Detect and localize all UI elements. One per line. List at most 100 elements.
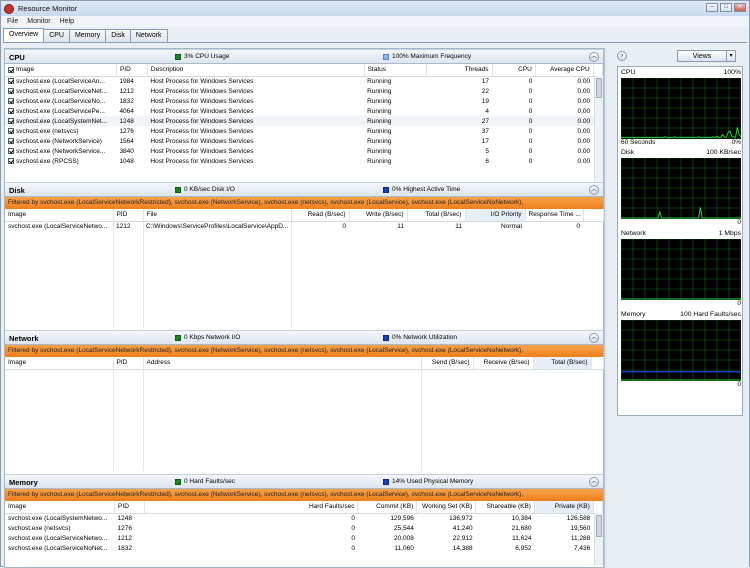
cpu-usage-stat: 3% CPU Usage — [175, 53, 230, 60]
cpu-process-table: Image PID Description Status Threads CPU… — [5, 64, 603, 166]
collapse-icon[interactable]: ︿ — [589, 333, 599, 343]
tab-network[interactable]: Network — [129, 29, 168, 42]
row-checkbox[interactable] — [8, 127, 14, 134]
table-row[interactable]: svchost.exe (LocalServiceNetwo... 1212 0 20… — [5, 533, 603, 543]
row-checkbox[interactable] — [8, 107, 14, 114]
row-checkbox[interactable] — [8, 147, 14, 154]
column-header-pid[interactable]: PID — [113, 357, 144, 370]
column-header-receive[interactable]: Receive (B/sec) — [473, 357, 534, 370]
close-button[interactable]: ✕ — [734, 3, 746, 12]
column-header-total[interactable]: Total (B/sec) — [407, 209, 466, 222]
disk-active-indicator — [383, 186, 389, 193]
table-row[interactable]: svchost.exe (NetworkService) 1564 Host Pro… — [5, 136, 603, 146]
disk-graph-svg — [621, 158, 741, 219]
views-dropdown-icon[interactable]: ▾ — [726, 50, 736, 62]
tab-cpu[interactable]: CPU — [43, 29, 70, 42]
table-cell: 1984 — [119, 77, 134, 85]
disk-section-header[interactable]: Disk 0 KB/sec Disk I/O 0% Highest Active… — [5, 182, 603, 197]
minimize-button[interactable]: – — [706, 3, 718, 12]
tab-memory[interactable]: Memory — [68, 29, 107, 42]
column-header-average-cpu[interactable]: Average CPU — [535, 64, 594, 77]
column-header-status[interactable]: Status — [364, 64, 427, 77]
row-checkbox[interactable] — [8, 97, 14, 104]
table-cell: 27 — [426, 116, 493, 126]
column-header-cpu[interactable]: CPU — [492, 64, 536, 77]
cpu-section-header[interactable]: CPU 3% CPU Usage 100% Maximum Frequency … — [5, 49, 603, 64]
column-header-shareable[interactable]: Shareable (KB) — [475, 501, 535, 514]
menu-monitor[interactable]: Monitor — [27, 18, 50, 25]
memory-section-header[interactable]: Memory 0 Hard Faults/sec 14% Used Physic… — [5, 474, 603, 489]
column-header-pid[interactable]: PID — [116, 64, 148, 77]
row-checkbox[interactable] — [8, 157, 14, 164]
table-cell: Running — [364, 116, 426, 126]
table-row[interactable]: svchost.exe (LocalSystemNetwo... 1248 0 129… — [5, 513, 603, 523]
table-cell: 11 — [397, 222, 404, 230]
cpu-table-scrollbar[interactable] — [594, 76, 603, 181]
collapse-icon[interactable]: ︿ — [589, 185, 599, 195]
row-checkbox[interactable] — [8, 78, 14, 85]
disk-active-stat: 0% Highest Active Time — [383, 186, 460, 193]
views-button[interactable]: Views — [677, 50, 727, 62]
column-header-address[interactable]: Address — [143, 357, 422, 370]
column-header-image[interactable]: Image — [5, 64, 117, 77]
table-row[interactable]: svchost.exe (LocalServiceAn... 1984 Host P… — [5, 76, 603, 86]
column-header-threads[interactable]: Threads — [426, 64, 493, 77]
maximize-button[interactable]: □ — [720, 3, 732, 12]
column-header-working-set[interactable]: Working Set (KB) — [416, 501, 477, 514]
table-row[interactable]: svchost.exe (netsvcs) 1276 0 25,544 41,240 21… — [5, 523, 603, 533]
select-all-checkbox[interactable] — [8, 66, 14, 73]
column-header-read[interactable]: Read (B/sec) — [291, 209, 350, 222]
memory-section-title: Memory — [9, 478, 38, 487]
table-cell: 1276 — [119, 127, 134, 135]
column-header-hard-faults[interactable]: Hard Faults/sec — [144, 501, 359, 514]
column-header-send[interactable]: Send (B/sec) — [421, 357, 474, 370]
column-header-io-priority[interactable]: I/O Priority — [465, 209, 526, 222]
collapse-pane-icon[interactable]: › — [617, 51, 627, 61]
column-header-image[interactable]: Image — [5, 501, 116, 514]
collapse-icon[interactable]: ︿ — [589, 52, 599, 62]
menu-file[interactable]: File — [7, 18, 18, 25]
scrollbar-thumb[interactable] — [596, 515, 602, 537]
network-section-header[interactable]: Network 0 Kbps Network I/O 0% Network Ut… — [5, 330, 603, 345]
collapse-icon[interactable]: ︿ — [589, 477, 599, 487]
table-row[interactable]: svchost.exe (netsvcs) 1276 Host Process fo… — [5, 126, 603, 136]
column-header-image[interactable]: Image — [5, 357, 114, 370]
column-header-total[interactable]: Total (B/sec) — [533, 357, 592, 370]
column-header-write[interactable]: Write (B/sec) — [349, 209, 408, 222]
hard-faults-stat: 0 Hard Faults/sec — [175, 478, 235, 485]
table-cell: 1832 — [117, 544, 133, 552]
table-cell: Running — [367, 127, 392, 135]
menu-help[interactable]: Help — [60, 18, 74, 25]
row-checkbox[interactable] — [8, 117, 14, 124]
column-header-pid[interactable]: PID — [113, 209, 144, 222]
disk-graph-title: Disk — [621, 149, 635, 156]
table-row[interactable]: svchost.exe (LocalServicePe... 4064 Host P… — [5, 106, 603, 116]
tab-overview[interactable]: Overview — [3, 28, 45, 42]
column-header-file[interactable]: File — [143, 209, 292, 222]
table-row[interactable]: svchost.exe (LocalServiceNoNet... 1832 0 11… — [5, 543, 603, 553]
column-header-response-time[interactable]: Response Time ... — [525, 209, 584, 222]
memory-table-scrollbar[interactable] — [594, 513, 603, 565]
table-cell: svchost.exe (LocalServiceNet... — [5, 86, 116, 96]
table-cell: svchost.exe (LocalServiceNetwo... — [8, 222, 108, 230]
table-row[interactable]: svchost.exe (LocalServiceNet... 1212 Host … — [5, 86, 603, 96]
table-row[interactable]: svchost.exe (LocalServiceNetwo... 1212 C:\… — [5, 221, 603, 231]
table-cell: 0 — [351, 534, 355, 542]
tab-disk[interactable]: Disk — [105, 29, 131, 42]
table-row[interactable]: svchost.exe (LocalServiceNo... 1832 Host P… — [5, 96, 603, 106]
table-cell: svchost.exe (netsvcs) — [8, 524, 71, 532]
table-cell: svchost.exe (LocalSystemNetwo... — [8, 514, 108, 522]
table-row[interactable]: svchost.exe (LocalSystemNet... 1248 Host P… — [5, 116, 603, 126]
column-header-pid[interactable]: PID — [114, 501, 146, 514]
scrollbar-thumb[interactable] — [596, 78, 602, 98]
table-row[interactable]: svchost.exe (NetworkService... 3840 Host P… — [5, 146, 603, 156]
memory-graph-min: 0 — [737, 381, 741, 388]
column-header-private[interactable]: Private (KB) — [534, 501, 594, 514]
column-header-image[interactable]: Image — [5, 209, 114, 222]
table-row[interactable]: svchost.exe (RPCSS) 1048 Host Process for … — [5, 156, 603, 166]
row-checkbox[interactable] — [8, 137, 14, 144]
row-checkbox[interactable] — [8, 87, 14, 94]
column-header-commit[interactable]: Commit (KB) — [357, 501, 418, 514]
column-header-description[interactable]: Description — [147, 64, 365, 77]
cpu-frequency-label: 100% Maximum Frequency — [392, 53, 472, 60]
